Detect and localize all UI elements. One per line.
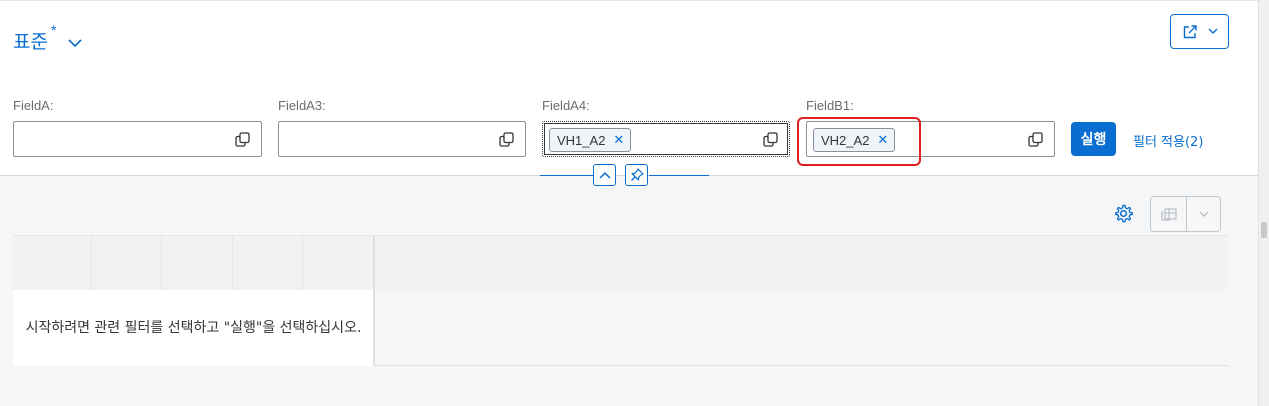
value-help-icon[interactable] [235,132,250,147]
export-menu-button [1187,197,1220,231]
variant-modified-marker: * [50,22,57,38]
divider [540,175,593,176]
column-header[interactable] [233,236,303,291]
page-header: 표준 * FieldA: FieldA3: FieldA4: VH1_A2 ✕ … [0,0,1258,176]
field-label: FieldA3: [278,98,326,113]
field-label: FieldA4: [542,98,590,113]
token-remove-icon[interactable]: ✕ [613,132,624,148]
column-header[interactable] [92,236,162,291]
filter-field-a: FieldA: [13,98,262,157]
chevron-down-icon [1208,28,1217,34]
results-table: 시작하려면 관련 필터를 선택하고 "실행"을 선택하십시오. [13,235,1229,366]
field-a4-input[interactable]: VH1_A2 ✕ [542,121,790,157]
vertical-scrollbar[interactable] [1258,0,1269,406]
collapse-header-button[interactable] [593,164,616,186]
value-help-icon[interactable] [1028,132,1043,147]
collapse-icon [598,171,611,179]
token-text: VH1_A2 [557,132,606,148]
field-label: FieldA: [13,98,54,113]
variant-title[interactable]: 표준 [13,27,48,54]
export-icon [1160,208,1177,221]
field-a3-input[interactable] [278,121,526,157]
adapt-filters-link[interactable]: 필터 적용(2) [1133,131,1203,150]
column-header[interactable] [162,236,233,291]
filter-field-a3: FieldA3: [278,98,526,157]
divider [649,175,709,176]
filter-field-b1: FieldB1: VH2_A2 ✕ [806,98,1055,157]
pin-header-button[interactable] [625,164,648,186]
go-button[interactable]: 실행 [1071,122,1116,156]
share-icon [1183,24,1197,38]
token[interactable]: VH1_A2 ✕ [549,128,632,152]
column-header[interactable] [13,236,92,291]
fixed-column-separator [373,235,375,366]
field-label: FieldB1: [806,98,854,113]
filter-field-a4: FieldA4: VH1_A2 ✕ [542,98,790,157]
value-help-icon[interactable] [763,132,778,147]
column-header[interactable] [303,236,374,291]
highlight-box [797,117,921,166]
variant-management[interactable]: 표준 * [13,22,56,54]
table-header [13,235,1229,291]
share-button[interactable] [1170,14,1229,49]
export-main-button [1151,197,1187,231]
scrollbar-thumb[interactable] [1261,222,1267,238]
value-help-icon[interactable] [499,132,514,147]
chevron-down-icon[interactable] [68,38,82,48]
table-body-scroll-area [375,290,1229,366]
field-a-input[interactable] [13,121,262,157]
chevron-down-icon [1199,211,1208,217]
export-button [1150,196,1221,232]
pin-icon [630,168,644,181]
no-data-message: 시작하려면 관련 필터를 선택하고 "실행"을 선택하십시오. [13,290,374,366]
settings-icon[interactable] [1114,204,1133,223]
